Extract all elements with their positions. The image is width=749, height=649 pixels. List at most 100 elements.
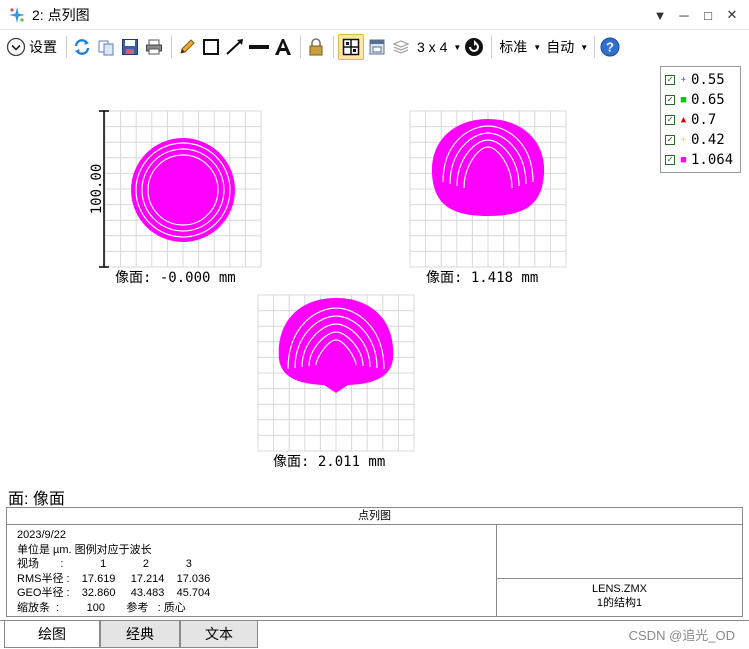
window-title: 2: 点列图 (32, 6, 90, 23)
settings-button[interactable]: 设置 (6, 34, 60, 60)
standard-dropdown[interactable]: 标准 ▼ (496, 34, 541, 60)
info-scale-row: 缩放条 : 100 参考 : 质心 (17, 601, 186, 614)
info-geo-row: GEO半径 : 32.860 43.483 45.704 (17, 587, 211, 599)
standard-label: 标准 (499, 39, 528, 55)
maximize-button[interactable]: □ (697, 5, 719, 25)
layout-label: 3 x 4 (417, 39, 448, 55)
tab-classic[interactable]: 经典 (100, 621, 180, 648)
lock-button[interactable] (305, 34, 327, 60)
spot-field-3 (278, 298, 394, 393)
line-tool-button[interactable] (248, 34, 270, 60)
rectangle-tool-button[interactable] (200, 34, 222, 60)
window-layout-button[interactable] (366, 34, 388, 60)
save-icon (122, 39, 138, 55)
square-marker-icon: ■ (680, 155, 687, 165)
triangle-marker-icon: ▲ (680, 115, 687, 125)
chevron-down-circle-icon (6, 37, 26, 57)
arrow-tool-button[interactable] (224, 34, 246, 60)
legend-label: 1.064 (691, 152, 734, 168)
layout-dropdown[interactable]: 3 x 4 ▼ (414, 34, 461, 60)
info-details: 2023/9/22 单位是 µm. 图例对应于波长 视场 : 1 2 3 RMS… (7, 525, 497, 617)
app-star-icon (9, 6, 25, 23)
info-rms-row: RMS半径 : 17.619 17.214 17.036 (17, 572, 211, 585)
field-3-label: 像面: 2.011 mm (273, 454, 386, 470)
window-menu-button[interactable]: ▼ (649, 5, 671, 25)
legend-label: 0.55 (691, 72, 725, 88)
help-icon: ? (600, 37, 620, 57)
checkbox-checked-icon[interactable]: ✓ (665, 155, 675, 165)
legend-label: 0.65 (691, 92, 725, 108)
pencil-icon (180, 39, 195, 54)
refresh-button[interactable] (71, 34, 93, 60)
copy-button[interactable] (95, 34, 117, 60)
caret-down-icon: ▼ (453, 42, 462, 52)
info-panel-title: 点列图 (7, 508, 742, 525)
checkbox-checked-icon[interactable]: ✓ (665, 95, 675, 105)
caret-down-icon: ▼ (580, 42, 589, 52)
info-units: 单位是 µm. 图例对应于波长 (17, 543, 152, 556)
text-icon (275, 39, 291, 55)
scale-bar-label: 100.00 (89, 164, 105, 215)
checkbox-checked-icon[interactable]: ✓ (665, 135, 675, 145)
toolbar-separator (491, 36, 493, 58)
window-icon (369, 39, 385, 55)
legend-item[interactable]: ✓ + 0.55 (665, 70, 736, 90)
lens-file: LENS.ZMX (591, 583, 647, 595)
spot-diagram-plot: 100.00 像面: -0.000 mm 像面: 1.418 mm 像面: 2.… (6, 64, 743, 508)
minimize-button[interactable]: ─ (673, 5, 695, 25)
legend-item[interactable]: ✓ ■ 0.65 (665, 90, 736, 110)
legend-item[interactable]: ✓ + 0.42 (665, 130, 736, 150)
auto-dropdown[interactable]: 自动 ▼ (543, 34, 588, 60)
grid-view-button[interactable] (338, 34, 364, 60)
toolbar-separator (333, 36, 334, 58)
tab-plot[interactable]: 绘图 (4, 621, 100, 648)
legend-label: 0.42 (691, 132, 725, 148)
field-1-label: 像面: -0.000 mm (115, 270, 236, 286)
legend-label: 0.7 (691, 112, 717, 128)
legend-item[interactable]: ✓ ■ 1.064 (665, 150, 736, 170)
tab-text[interactable]: 文本 (180, 621, 258, 648)
toolbar-separator (594, 36, 596, 58)
title-bar: 2: 点列图 ▼ ─ □ ✕ (0, 0, 749, 30)
checkbox-checked-icon[interactable]: ✓ (665, 115, 675, 125)
copy-icon (98, 40, 114, 56)
close-button[interactable]: ✕ (721, 5, 743, 25)
info-panel: 点列图 2023/9/22 单位是 µm. 图例对应于波长 视场 : 1 2 3… (6, 507, 743, 617)
settings-label: 设置 (29, 39, 57, 55)
line-icon (249, 45, 269, 49)
surface-label: 面: 像面 (8, 491, 65, 508)
pencil-tool-button[interactable] (176, 34, 198, 60)
info-date: 2023/9/22 (17, 529, 66, 541)
field-2-label: 像面: 1.418 mm (426, 270, 539, 286)
print-button[interactable] (143, 34, 165, 60)
info-lens-cell: LENS.ZMX 1的结构1 (497, 579, 742, 617)
lock-icon (309, 38, 323, 56)
layers-button[interactable] (390, 34, 412, 60)
arrow-icon (226, 39, 243, 55)
legend-item[interactable]: ✓ ▲ 0.7 (665, 110, 736, 130)
rotate-icon (465, 38, 484, 56)
layers-icon (392, 40, 410, 54)
checkbox-checked-icon[interactable]: ✓ (665, 75, 675, 85)
grid-crosshair-icon (342, 38, 360, 56)
save-button[interactable] (119, 34, 141, 60)
svg-text:?: ? (606, 40, 614, 55)
info-field-row: 视场 : 1 2 3 (17, 558, 192, 570)
toolbar: 设置 3 x 4 ▼ 标准 ▼ 自动 ▼ ? (0, 30, 749, 64)
printer-icon (146, 39, 162, 55)
rectangle-icon (203, 39, 219, 55)
toolbar-separator (300, 36, 301, 58)
help-button[interactable]: ? (599, 34, 621, 60)
auto-label: 自动 (546, 39, 575, 55)
square-marker-icon: ■ (680, 95, 687, 105)
caret-down-icon: ▼ (533, 42, 542, 52)
toolbar-separator (171, 36, 172, 58)
text-tool-button[interactable] (272, 34, 294, 60)
config-label: 1的结构1 (596, 597, 643, 609)
rotate-button[interactable] (463, 34, 485, 60)
spot-field-1 (131, 138, 235, 242)
watermark: CSDN @追光_OD (628, 628, 735, 643)
plus-marker-icon: + (680, 135, 687, 145)
toolbar-separator (66, 36, 67, 58)
refresh-icon (74, 39, 90, 55)
